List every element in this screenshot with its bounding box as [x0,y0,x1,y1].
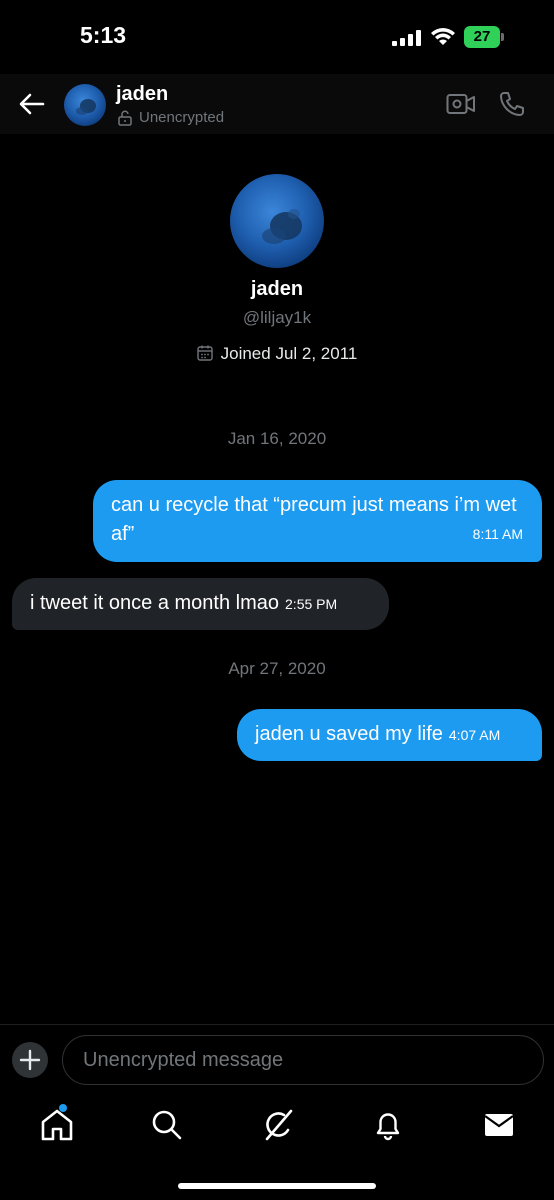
encryption-status: Unencrypted [139,109,225,126]
unlock-icon [118,110,132,126]
message-bubble-outgoing[interactable]: jaden u saved my life 4:07 AM [237,709,542,761]
message-composer [0,1024,554,1094]
battery-indicator: 27 [464,26,504,48]
avatar-image [76,99,96,115]
joined-date: Joined Jul 2, 2011 [220,344,358,363]
message-text: i tweet it once a month lmao [30,592,280,614]
add-attachment-button[interactable] [12,1042,48,1078]
back-arrow-icon[interactable] [18,90,46,118]
plus-icon [19,1049,41,1071]
home-notification-dot [59,1104,67,1112]
avatar[interactable] [64,84,106,126]
message-input[interactable] [62,1035,544,1085]
joined-date-row: Joined Jul 2, 2011 [0,344,554,364]
message-time: 4:07 AM [448,727,501,743]
message-text: can u recycle that “precum just means i’… [111,494,517,545]
date-separator: Apr 27, 2020 [228,659,326,678]
message-text: jaden u saved my life [255,723,443,745]
date-separator: Jan 16, 2020 [227,429,327,448]
message-time: 8:11 AM [472,526,523,542]
phone-call-icon[interactable] [498,90,526,118]
search-icon[interactable] [150,1108,184,1142]
calendar-icon [196,345,213,361]
cellular-signal-icon [392,30,421,46]
bottom-nav [0,1094,554,1200]
grok-icon[interactable] [261,1108,295,1142]
status-time: 5:13 [80,22,127,48]
bell-icon[interactable] [371,1108,405,1142]
contact-name[interactable]: jaden [116,83,168,106]
battery-level: 27 [473,28,491,45]
profile-handle: @liljay1k [242,308,312,327]
message-bubble-incoming[interactable]: i tweet it once a month lmao 2:55 PM [12,578,389,630]
profile-name: jaden [250,278,304,300]
mail-icon[interactable] [482,1108,516,1142]
home-icon[interactable] [40,1108,74,1142]
video-call-icon[interactable] [446,92,476,116]
message-bubble-outgoing[interactable]: can u recycle that “precum just means i’… [93,480,542,562]
conversation-header: jaden Unencrypted [0,74,554,134]
profile-avatar[interactable] [230,174,324,268]
home-indicator [178,1183,376,1189]
profile-avatar-image [262,209,302,244]
message-time: 2:55 PM [285,596,338,612]
wifi-icon [431,28,455,45]
status-bar: 5:13 27 [0,0,554,74]
